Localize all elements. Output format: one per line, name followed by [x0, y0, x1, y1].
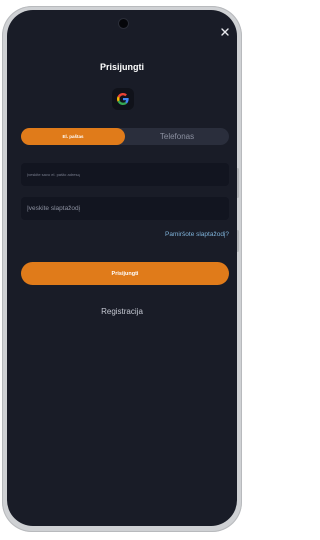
login-button[interactable]: Prisijungti [21, 262, 229, 285]
close-button[interactable] [219, 27, 231, 39]
page-title: Prisijungti [99, 62, 144, 72]
email-field[interactable] [21, 163, 229, 186]
google-icon [117, 93, 129, 105]
google-login-button[interactable] [112, 88, 134, 110]
password-field[interactable] [21, 197, 229, 220]
front-camera [119, 19, 128, 28]
close-icon [221, 28, 229, 36]
login-screen: Prisijungti El. paštas Telefonas Pamiršo… [7, 10, 237, 526]
tab-phone[interactable]: Telefonas [125, 128, 229, 145]
forgot-password-link[interactable]: Pamiršote slaptažodį? [165, 231, 229, 238]
register-link[interactable]: Registracija [7, 307, 237, 316]
login-method-tabs: El. paštas Telefonas [21, 128, 229, 145]
tab-email[interactable]: El. paštas [21, 128, 125, 145]
